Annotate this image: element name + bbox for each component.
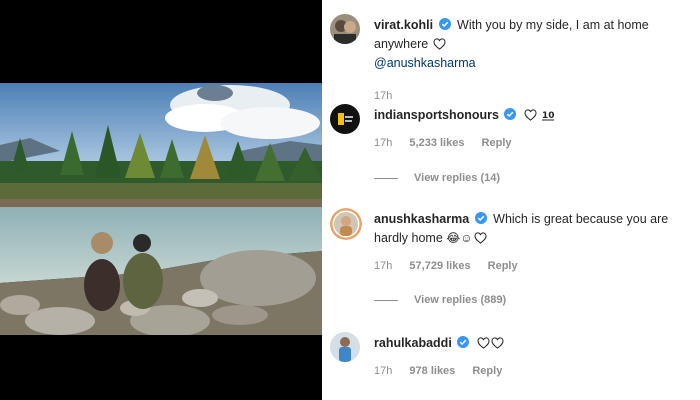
- commenter-avatar[interactable]: [330, 332, 360, 362]
- heart-outline-icon: [433, 38, 446, 50]
- caption-mention[interactable]: @anushkasharma: [374, 56, 476, 70]
- comment-username[interactable]: indiansportshonours: [374, 108, 499, 122]
- comment-username[interactable]: anushkasharma: [374, 212, 469, 226]
- comment-timestamp: 17h: [374, 260, 393, 272]
- reply-button[interactable]: Reply: [472, 365, 502, 377]
- comment-username[interactable]: rahulkabaddi: [374, 336, 452, 350]
- author-avatar[interactable]: [330, 14, 360, 44]
- comment-timestamp: 17h: [374, 365, 393, 377]
- heart-outline-icon: [491, 337, 504, 349]
- view-replies-button[interactable]: View replies (889): [374, 294, 506, 306]
- view-replies-label: View replies (14): [414, 172, 501, 184]
- verified-badge-icon: [457, 336, 470, 348]
- comment-content: rahulkabaddi 17h 978 likes Reply: [374, 334, 696, 381]
- hundred-points-icon: 100: [542, 111, 555, 121]
- laughing-face-icon: 😂: [446, 231, 461, 245]
- comment-timestamp: 17h: [374, 137, 393, 149]
- heart-outline-icon: [524, 109, 537, 121]
- smiling-face-icon: ☺: [460, 231, 473, 245]
- reply-button[interactable]: Reply: [488, 260, 518, 272]
- caption-timestamp: 17h: [374, 90, 393, 102]
- comment-content: indiansportshonours 100 17h 5,233 likes …: [374, 106, 696, 153]
- post-photo[interactable]: [0, 83, 322, 335]
- comment-likes[interactable]: 5,233 likes: [409, 137, 464, 149]
- replies-divider: [374, 299, 398, 301]
- reply-button[interactable]: Reply: [482, 137, 512, 149]
- heart-outline-icon: [477, 337, 490, 349]
- replies-divider: [374, 177, 398, 179]
- caption-username[interactable]: virat.kohli: [374, 18, 433, 32]
- heart-outline-icon: [474, 232, 487, 244]
- caption-content: virat.kohli With you by my side, I am at…: [374, 16, 696, 106]
- comment-likes[interactable]: 57,729 likes: [409, 260, 470, 272]
- comment-likes[interactable]: 978 likes: [409, 365, 455, 377]
- view-replies-label: View replies (889): [414, 294, 507, 306]
- comments-panel: virat.kohli With you by my side, I am at…: [322, 0, 700, 400]
- post-media: [0, 0, 322, 400]
- commenter-avatar[interactable]: [330, 208, 362, 240]
- commenter-avatar[interactable]: [330, 104, 360, 134]
- verified-badge-icon: [474, 212, 487, 224]
- comment-content: anushkasharma Which is great because you…: [374, 210, 696, 276]
- verified-badge-icon: [504, 108, 517, 120]
- verified-badge-icon: [438, 18, 451, 30]
- view-replies-button[interactable]: View replies (14): [374, 172, 500, 184]
